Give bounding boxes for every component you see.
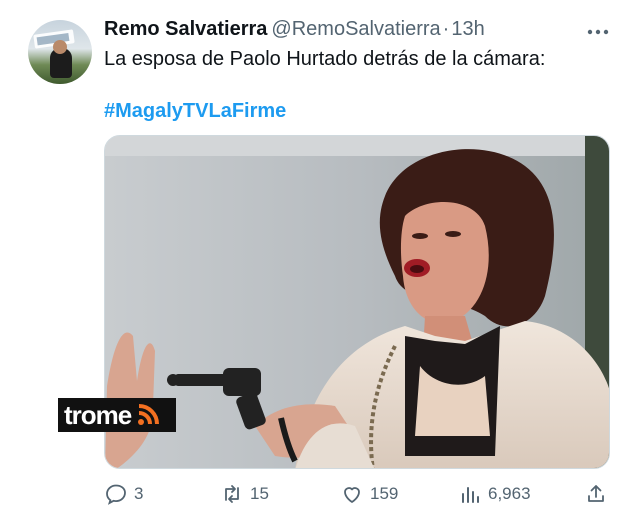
views-count: 6,963 [488,484,531,503]
avatar-head [53,40,67,54]
share-icon [588,485,604,502]
tweet-text: La esposa de Paolo Hurtado detrás de la … [104,48,546,70]
watermark-text: trome [64,399,132,430]
retweet-icon [225,485,239,503]
author-name[interactable]: Remo Salvatierra [104,18,267,40]
reply-count: 3 [134,484,144,503]
views-button[interactable]: 6,963 [458,482,531,506]
reply-button[interactable]: 3 [104,482,143,506]
tweet-time[interactable]: 13h [451,18,484,40]
views-chart-icon [462,487,479,503]
heart-icon [344,487,360,503]
like-button[interactable]: 159 [340,482,398,506]
share-button[interactable] [584,482,614,506]
retweet-button[interactable]: 15 [220,482,269,506]
tweet-media-image[interactable] [104,135,610,469]
tweet-header: Remo Salvatierra @RemoSalvatierra · 13h [104,18,485,41]
action-bar: 3 15 159 6,963 [0,480,640,512]
author-handle[interactable]: @RemoSalvatierra [271,18,440,40]
trome-watermark: trome [58,398,176,432]
more-options-icon[interactable] [584,22,612,42]
avatar[interactable] [28,20,92,84]
separator: · [442,18,450,40]
meme-photo [105,136,609,468]
tweet: Remo Salvatierra @RemoSalvatierra · 13h La … [0,0,640,516]
trome-logo-icon [138,404,160,425]
reply-icon [106,484,126,505]
retweet-count: 15 [250,484,269,503]
like-count: 159 [370,484,399,503]
hashtag-link[interactable]: #MagalyTVLaFirme [104,98,286,124]
